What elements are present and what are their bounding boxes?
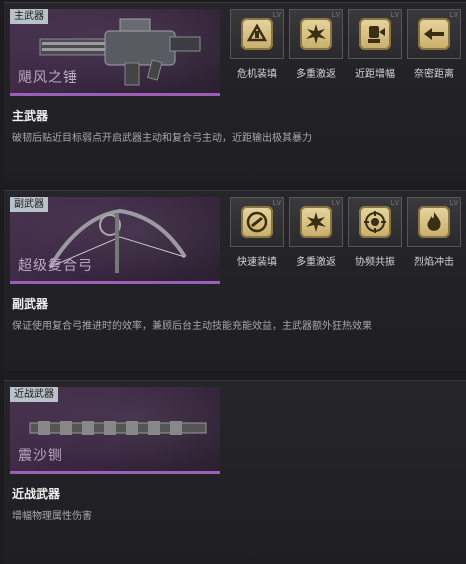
multi-burst-icon bbox=[300, 206, 332, 238]
perk-label: 烈焰冲击 bbox=[414, 257, 454, 268]
slot-tag: 近战武器 bbox=[10, 387, 58, 402]
secondary-weapon-section: 副武器 超级复合弓 LV 快速装填 LV 多重激返 LV 协频共振 LV 烈焰冲… bbox=[4, 190, 466, 371]
perk-slot[interactable]: LV 烈焰冲击 bbox=[407, 197, 461, 268]
perk-label: 多重激返 bbox=[296, 257, 336, 268]
perk-label: 危机装填 bbox=[237, 69, 277, 80]
perk-slot[interactable]: LV 协频共振 bbox=[348, 197, 402, 268]
perk-slot[interactable]: LV 多重激返 bbox=[289, 197, 343, 268]
perk-label: 近距增幅 bbox=[355, 69, 395, 80]
primary-weapon-section: 主武器 飓风之锤 LV 危机装填 LV 多重激返 LV 近距增幅 LV 奈密距离… bbox=[4, 2, 466, 181]
primary-weapon-card[interactable]: 主武器 飓风之锤 bbox=[10, 9, 220, 96]
perk-slot[interactable]: LV 多重激返 bbox=[289, 9, 343, 80]
flame-impact-icon bbox=[418, 206, 450, 238]
section-title: 副武器 bbox=[12, 297, 49, 311]
quick-reload-icon bbox=[241, 206, 273, 238]
slot-tag: 主武器 bbox=[10, 9, 48, 24]
reload-crisis-icon bbox=[241, 18, 273, 50]
distance-icon bbox=[418, 18, 450, 50]
perk-slot[interactable]: LV 危机装填 bbox=[230, 9, 284, 80]
close-range-boost-icon bbox=[359, 18, 391, 50]
resonance-icon bbox=[359, 206, 391, 238]
section-description: 保证使用复合弓推进时的效率，兼顾后台主动技能充能效益，主武器额外狂热效果 bbox=[12, 321, 372, 332]
melee-weapon-section: 近战武器 震沙铡 近战武器 增幅物理属性伤害 bbox=[4, 380, 466, 564]
section-title: 主武器 bbox=[12, 109, 49, 123]
melee-weapon-card[interactable]: 近战武器 震沙铡 bbox=[10, 387, 220, 474]
perk-slot[interactable]: LV 近距增幅 bbox=[348, 9, 402, 80]
perk-slot[interactable]: LV 奈密距离 bbox=[407, 9, 461, 80]
multi-burst-icon bbox=[300, 18, 332, 50]
perk-label: 协频共振 bbox=[355, 257, 395, 268]
secondary-weapon-card[interactable]: 副武器 超级复合弓 bbox=[10, 197, 220, 284]
weapon-name: 震沙铡 bbox=[18, 448, 63, 464]
slot-tag: 副武器 bbox=[10, 197, 48, 212]
perk-slot[interactable]: LV 快速装填 bbox=[230, 197, 284, 268]
section-title: 近战武器 bbox=[12, 487, 61, 501]
section-description: 破韧后贴近目标弱点开启武器主动和复合弓主动，近距输出极其暴力 bbox=[12, 133, 312, 144]
perk-label: 奈密距离 bbox=[414, 69, 454, 80]
weapon-name: 超级复合弓 bbox=[18, 258, 93, 274]
perk-label: 多重激返 bbox=[296, 69, 336, 80]
weapon-name: 飓风之锤 bbox=[18, 70, 78, 86]
perk-label: 快速装填 bbox=[237, 257, 277, 268]
section-description: 增幅物理属性伤害 bbox=[12, 511, 92, 522]
